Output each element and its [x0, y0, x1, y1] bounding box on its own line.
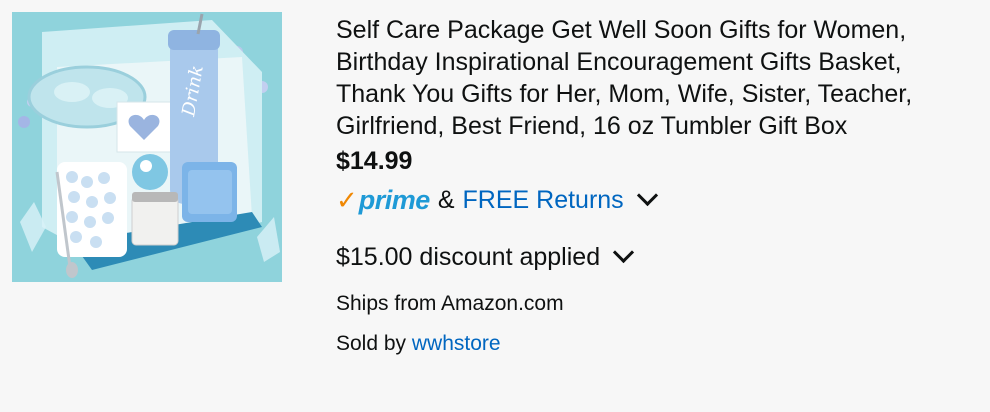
ampersand: & [437, 185, 455, 214]
chevron-down-icon[interactable] [613, 241, 635, 263]
delivery-row: ✓ prime & FREE Returns [336, 182, 986, 218]
product-image[interactable]: Drink [12, 12, 282, 282]
product-title[interactable]: Self Care Package Get Well Soon Gifts fo… [336, 14, 986, 142]
product-card: Drink Self Care Package Get Well Soon Gi… [0, 0, 990, 412]
product-price: $14.99 [336, 147, 413, 175]
title-line: Thank You Gifts for Her, Mom, Wife, Sist… [336, 80, 913, 108]
prime-check-icon: ✓ [336, 184, 358, 215]
chevron-down-icon[interactable] [636, 184, 658, 206]
title-line: Self Care Package Get Well Soon Gifts fo… [336, 16, 907, 44]
sold-by-prefix: Sold by [336, 332, 407, 355]
title-line: Birthday Inspirational Encouragement Gif… [336, 48, 902, 76]
ships-from: Ships from Amazon.com [336, 292, 564, 315]
discount-text: $15.00 discount applied [336, 242, 601, 271]
seller-link[interactable]: wwhstore [412, 332, 501, 355]
product-info: Self Care Package Get Well Soon Gifts fo… [336, 14, 986, 358]
prime-badge: ✓ prime [336, 185, 430, 216]
prime-label: prime [358, 184, 431, 215]
sold-by: Sold by wwhstore [336, 330, 986, 358]
gift-box-illustration: Drink [12, 12, 282, 282]
free-returns-link[interactable]: FREE Returns [463, 186, 624, 215]
discount-row: $15.00 discount applied [336, 240, 986, 274]
title-line: Girlfriend, Best Friend, 16 oz Tumbler G… [336, 112, 848, 140]
